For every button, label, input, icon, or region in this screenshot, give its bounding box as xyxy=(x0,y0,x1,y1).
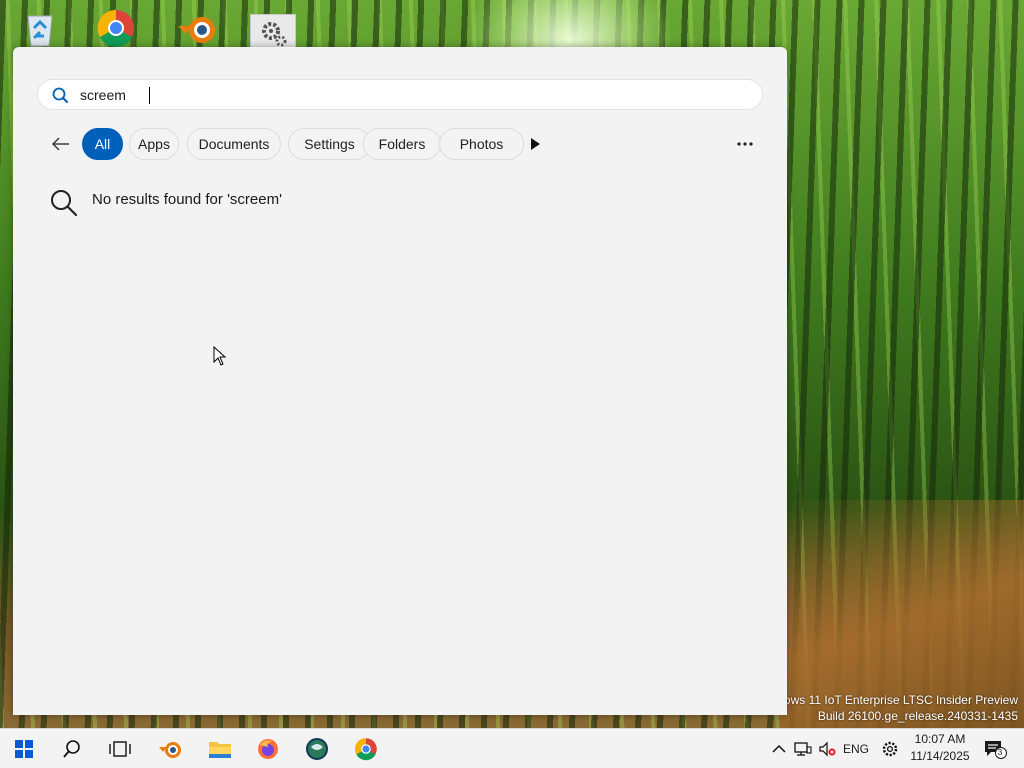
text-caret xyxy=(149,87,150,104)
chrome-icon xyxy=(354,738,377,761)
search-box[interactable] xyxy=(37,79,763,110)
task-view-icon xyxy=(109,741,131,757)
volume-tray-button[interactable] xyxy=(816,729,838,768)
more-icon[interactable] xyxy=(729,133,761,155)
filter-folders[interactable]: Folders xyxy=(363,128,441,160)
notifications-button[interactable]: 3 xyxy=(980,729,1010,768)
gear-icon xyxy=(882,741,898,757)
globe-app-icon xyxy=(306,738,328,760)
taskbar-search-button[interactable] xyxy=(48,729,96,768)
filter-settings[interactable]: Settings xyxy=(288,128,371,160)
chrome-desktop-icon[interactable] xyxy=(96,8,136,48)
taskbar-clock[interactable]: 10:07 AM 11/14/2025 xyxy=(904,731,976,765)
taskbar-chrome[interactable] xyxy=(342,729,390,768)
windows-watermark-line1: dows 11 IoT Enterprise LTSC Insider Prev… xyxy=(777,693,1018,707)
no-results-message: No results found for 'screem' xyxy=(49,187,282,219)
firefox-icon xyxy=(258,739,278,759)
show-hidden-icons-button[interactable] xyxy=(769,729,789,768)
notification-badge: 3 xyxy=(997,748,1003,757)
search-input[interactable] xyxy=(80,85,730,105)
filter-documents[interactable]: Documents xyxy=(187,128,281,160)
folder-icon xyxy=(209,742,231,758)
chevron-up-icon xyxy=(772,744,786,753)
filter-all[interactable]: All xyxy=(82,128,123,160)
windows-logo-icon xyxy=(15,740,33,758)
settings-tray-button[interactable] xyxy=(878,729,902,768)
taskbar-firefox[interactable] xyxy=(244,729,292,768)
start-button[interactable] xyxy=(0,729,48,768)
search-icon xyxy=(63,740,80,758)
windows-watermark-line2: Build 26100.ge_release.240331-1435 xyxy=(817,709,1018,723)
taskbar-blender[interactable] xyxy=(147,729,195,768)
search-filters: All Apps Documents Settings Folders Phot… xyxy=(43,128,763,160)
search-panel: All Apps Documents Settings Folders Phot… xyxy=(13,47,787,715)
back-arrow-icon[interactable] xyxy=(49,132,73,156)
task-view-button[interactable] xyxy=(96,729,144,768)
blender-icon xyxy=(159,742,181,758)
language-indicator[interactable]: ENG xyxy=(840,729,872,768)
taskbar-file-explorer[interactable] xyxy=(196,729,244,768)
no-results-text: No results found for 'screem' xyxy=(92,190,282,208)
mouse-pointer-icon xyxy=(213,345,227,366)
network-icon xyxy=(794,742,812,756)
clock-date: 11/14/2025 xyxy=(910,749,970,763)
recycle-bin-icon[interactable] xyxy=(20,8,60,48)
filter-photos[interactable]: Photos xyxy=(439,128,524,160)
no-results-search-icon xyxy=(49,188,79,218)
filter-apps[interactable]: Apps xyxy=(129,128,179,160)
volume-muted-icon xyxy=(819,741,836,757)
search-icon xyxy=(51,86,69,104)
taskbar-app-globe[interactable] xyxy=(293,729,341,768)
taskbar: ENG 10:07 AM 11/14/2025 3 xyxy=(0,728,1024,768)
network-tray-button[interactable] xyxy=(792,729,814,768)
blender-desktop-icon[interactable] xyxy=(176,8,216,48)
play-icon[interactable] xyxy=(525,134,545,154)
clock-time: 10:07 AM xyxy=(914,732,966,746)
